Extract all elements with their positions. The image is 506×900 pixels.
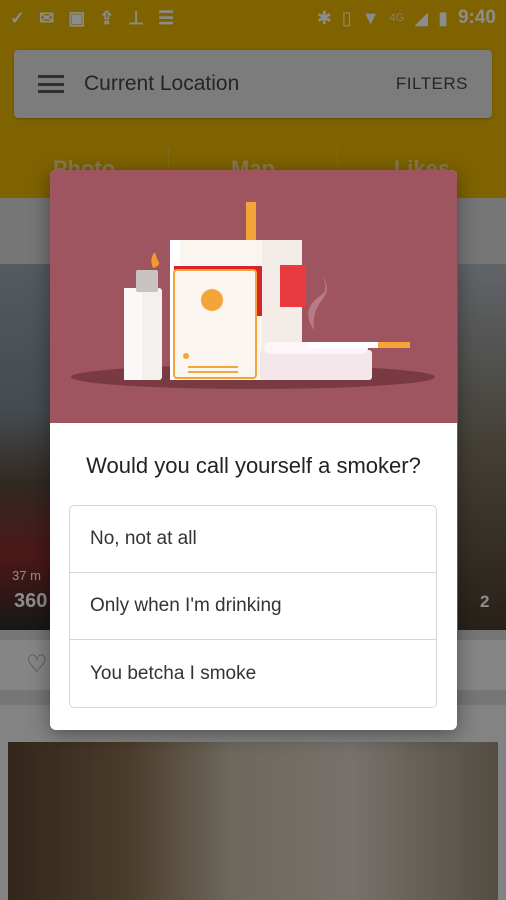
option-not-at-all[interactable]: No, not at all: [70, 506, 436, 573]
dialog-question: Would you call yourself a smoker?: [86, 453, 421, 478]
smoker-question-dialog: Would you call yourself a smoker? No, no…: [50, 170, 457, 730]
smoking-illustration: [50, 170, 457, 423]
answer-options: No, not at all Only when I'm drinking Yo…: [69, 505, 437, 708]
option-smoker[interactable]: You betcha I smoke: [70, 640, 436, 707]
option-when-drinking[interactable]: Only when I'm drinking: [70, 573, 436, 640]
cigarette-pack-illustration: [71, 202, 435, 389]
